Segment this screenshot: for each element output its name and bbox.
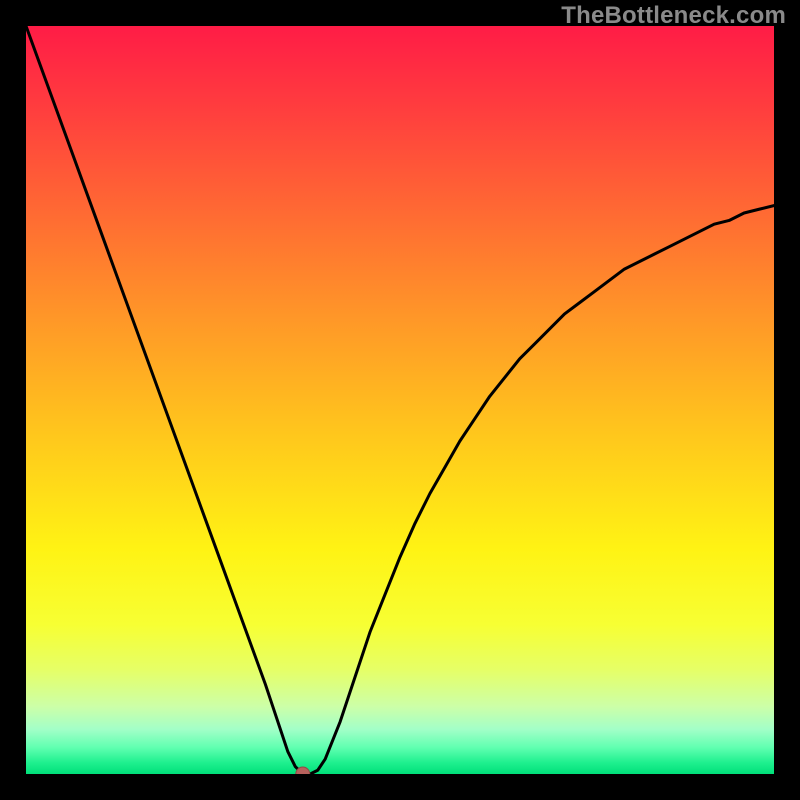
watermark-text: TheBottleneck.com	[561, 2, 786, 30]
chart-svg	[26, 26, 774, 774]
chart-frame: TheBottleneck.com	[0, 0, 800, 800]
plot-area	[26, 26, 774, 774]
gradient-background	[26, 26, 774, 774]
